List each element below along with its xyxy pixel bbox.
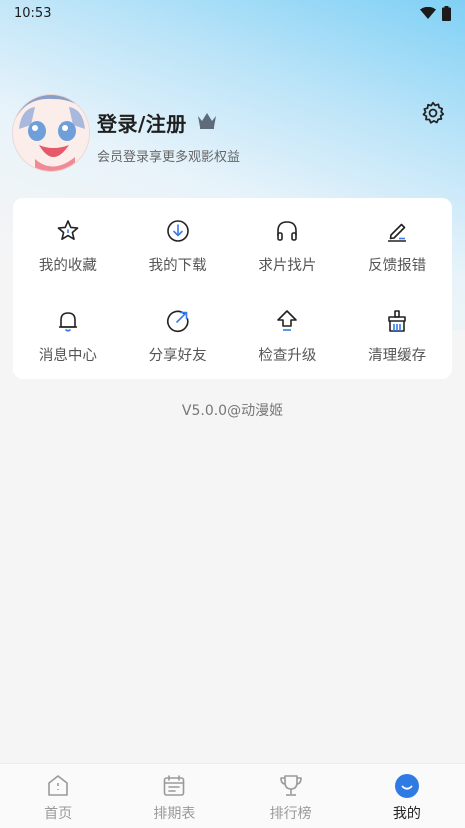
menu-item-label: 消息中心: [38, 348, 97, 364]
share-icon: [166, 310, 189, 333]
download-icon: [166, 220, 189, 242]
status-bar: 10:53: [0, 0, 465, 26]
version-text: V5.0.0@动漫姬: [181, 403, 284, 419]
avatar[interactable]: [12, 94, 90, 172]
login-subtitle: 会员登录享更多观影权益: [97, 150, 241, 165]
wifi-icon: [420, 7, 436, 19]
headphones-icon: [277, 221, 298, 241]
nav-label: 首页: [44, 806, 73, 822]
login-register-title[interactable]: 登录/注册: [97, 108, 187, 137]
menu-item-request[interactable]: 求片找片: [233, 198, 343, 288]
nav-tab-schedule[interactable]: 排期表: [116, 764, 232, 828]
menu-item-label: 检查升级: [258, 348, 317, 364]
pen-icon: [388, 223, 407, 242]
menu-item-share[interactable]: 分享好友: [123, 288, 233, 379]
battery-icon: [442, 5, 451, 21]
nav-label: 排期表: [153, 806, 196, 822]
status-time: 10:53: [14, 5, 52, 21]
calendar-icon: [164, 775, 185, 796]
settings-gear-icon[interactable]: [420, 100, 446, 126]
nav-tab-mine[interactable]: 我的: [349, 764, 465, 828]
bottom-nav: 首页 排期表 排行榜 我的: [0, 763, 465, 828]
menu-item-label: 反馈报错: [368, 258, 427, 274]
menu-item-upgrade[interactable]: 检查升级: [233, 288, 343, 379]
menu-item-messages[interactable]: 消息中心: [13, 288, 123, 379]
nav-tab-home[interactable]: 首页: [0, 764, 116, 828]
nav-label: 我的: [392, 806, 421, 822]
menu-item-label: 分享好友: [148, 348, 207, 364]
menu-item-clear-cache[interactable]: 清理缓存: [342, 288, 452, 379]
menu-item-favorites[interactable]: 我的收藏: [13, 198, 123, 288]
feature-menu-card: 我的收藏 我的下载 求片找片 反馈报错 消息中心 分享好友 检查升级 清理缓存: [13, 198, 452, 379]
menu-item-label: 求片找片: [258, 258, 317, 274]
bell-icon: [58, 312, 77, 332]
profile-header[interactable]: 登录/注册 会员登录享更多观影权益: [12, 94, 453, 174]
menu-item-label: 我的收藏: [38, 258, 97, 274]
menu-item-label: 我的下载: [148, 258, 207, 274]
nav-tab-ranking[interactable]: 排行榜: [233, 764, 349, 828]
menu-item-feedback[interactable]: 反馈报错: [342, 198, 452, 288]
menu-item-downloads[interactable]: 我的下载: [123, 198, 233, 288]
trophy-icon: [279, 775, 302, 796]
crown-icon: [198, 113, 216, 129]
broom-icon: [388, 310, 406, 332]
upgrade-arrow-icon: [277, 310, 298, 331]
profile-smile-icon: [394, 774, 419, 798]
menu-item-label: 清理缓存: [368, 348, 427, 364]
home-icon: [48, 775, 68, 796]
star-icon: [57, 220, 79, 240]
nav-label: 排行榜: [269, 806, 312, 822]
